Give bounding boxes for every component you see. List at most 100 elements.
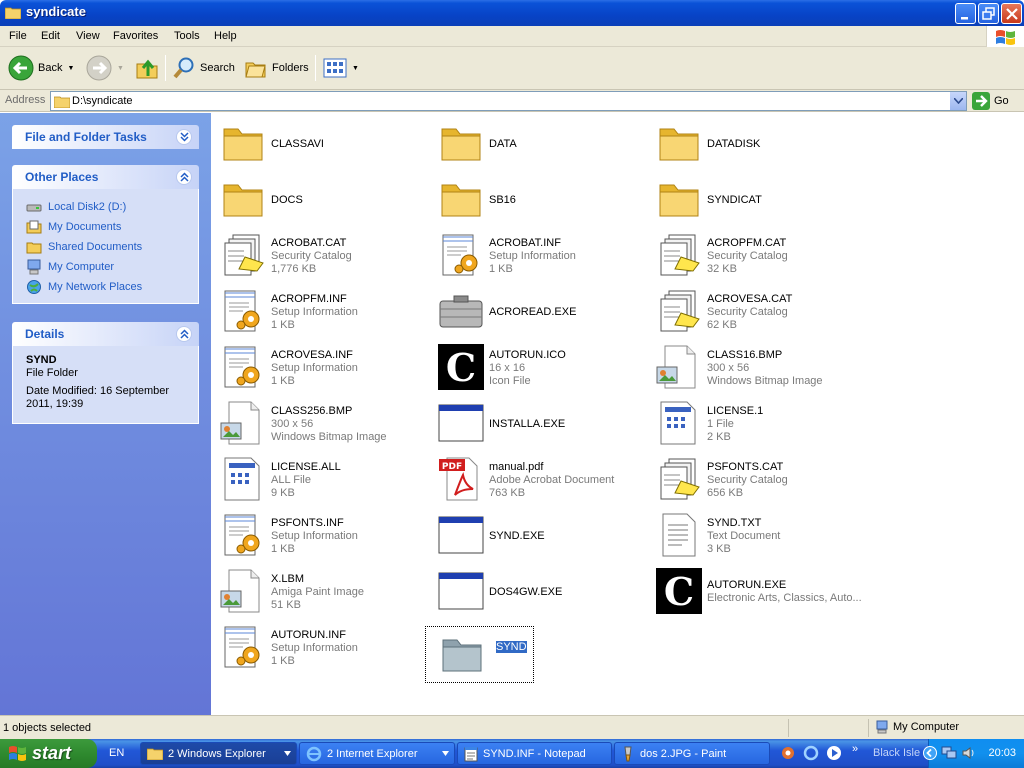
restore-button[interactable]	[978, 3, 999, 24]
file-item[interactable]: X.LBM Amiga Paint Image 51 KB	[215, 565, 425, 617]
place-shared-documents[interactable]: Shared Documents	[26, 237, 198, 257]
menu-file[interactable]: File	[9, 30, 27, 42]
file-item[interactable]: DATA	[433, 117, 643, 169]
file-item[interactable]: PDF manual.pdf Adobe Acrobat Document 763 K…	[433, 453, 643, 505]
language-indicator[interactable]: EN	[109, 747, 124, 759]
file-item[interactable]: PSFONTS.CAT Security Catalog 656 KB	[651, 453, 861, 505]
tray-label: Black Isle	[873, 747, 921, 759]
file-size: 1 KB	[489, 263, 513, 275]
file-type: Setup Information	[271, 362, 358, 374]
task-pane: File and Folder Tasks Other Places Local…	[0, 113, 211, 715]
quick-launch-app-icon[interactable]	[780, 745, 796, 761]
file-name: LICENSE.ALL	[271, 461, 341, 473]
inf-icon	[219, 623, 267, 671]
window-icon	[437, 511, 485, 559]
file-item[interactable]: SYNDICAT	[651, 173, 861, 225]
file-item[interactable]: SYND.EXE	[433, 509, 643, 561]
menu-favorites[interactable]: Favorites	[113, 30, 158, 42]
close-button[interactable]	[1001, 3, 1022, 24]
back-dropdown-icon[interactable]: ▼	[67, 65, 74, 72]
status-selection: 1 objects selected	[3, 722, 92, 734]
file-item[interactable]: SYND.TXT Text Document 3 KB	[651, 509, 861, 561]
place-my-computer[interactable]: My Computer	[26, 257, 198, 277]
menu-edit[interactable]: Edit	[41, 30, 60, 42]
up-folder-icon	[136, 59, 158, 79]
file-item[interactable]: DOCS	[215, 173, 425, 225]
file-item[interactable]: AUTORUN.INF Setup Information 1 KB	[215, 621, 425, 673]
file-item[interactable]: ACROPFM.CAT Security Catalog 32 KB	[651, 229, 861, 281]
minimize-button[interactable]	[955, 3, 976, 24]
volume-icon[interactable]	[961, 746, 977, 760]
chevron-down-icon	[954, 98, 963, 104]
views-dropdown-icon[interactable]: ▼	[352, 65, 359, 72]
details-header[interactable]: Details	[12, 322, 199, 346]
chevron-right-icon[interactable]: »	[852, 743, 858, 755]
menu-help[interactable]: Help	[214, 30, 237, 42]
quick-launch-media-icon[interactable]	[826, 745, 842, 761]
forward-button[interactable]: ▼	[86, 53, 124, 83]
file-item[interactable]: ACROPFM.INF Setup Information 1 KB	[215, 285, 425, 337]
file-name: ACROBAT.CAT	[271, 237, 347, 249]
c-logo-icon: C	[655, 567, 703, 615]
file-item[interactable]: CLASSAVI	[215, 117, 425, 169]
expand-chevron-icon[interactable]	[176, 129, 192, 145]
menu-bar: File Edit View Favorites Tools Help	[0, 26, 1024, 47]
quick-launch-ie-icon[interactable]	[803, 745, 819, 761]
up-folder-button[interactable]	[135, 53, 159, 83]
address-input[interactable]: D:\syndicate	[50, 91, 967, 111]
place-my-documents[interactable]: My Documents	[26, 217, 198, 237]
tray-expand-icon[interactable]	[923, 746, 937, 760]
views-button[interactable]: ▼	[323, 53, 359, 83]
catalog-icon	[655, 231, 703, 279]
taskbar-windows-explorer[interactable]: 2 Windows Explorer	[140, 742, 297, 765]
file-item[interactable]: CLASS256.BMP 300 x 56 Windows Bitmap Image	[215, 397, 425, 449]
back-button[interactable]: Back ▼	[8, 53, 74, 83]
file-type: 300 x 56	[707, 362, 750, 374]
chevron-down-icon	[442, 751, 449, 756]
taskbar-internet-explorer[interactable]: 2 Internet Explorer	[299, 742, 455, 765]
file-size: 1 KB	[271, 543, 295, 555]
details-panel: Details SYND File Folder Date Modified: …	[12, 322, 199, 424]
collapse-chevron-icon[interactable]	[176, 326, 192, 342]
menu-view[interactable]: View	[76, 30, 100, 42]
menu-tools[interactable]: Tools	[174, 30, 200, 42]
file-item[interactable]: C AUTORUN.ICO 16 x 16 Icon File	[433, 341, 643, 393]
search-button[interactable]: Search	[172, 53, 235, 83]
address-dropdown-button[interactable]	[949, 92, 966, 110]
collapse-chevron-icon[interactable]	[176, 169, 192, 185]
go-button[interactable]: Go	[972, 92, 1009, 110]
forward-dropdown-icon[interactable]: ▼	[117, 65, 124, 72]
file-folder-tasks-header[interactable]: File and Folder Tasks	[12, 125, 199, 149]
file-item[interactable]: DATADISK	[651, 117, 861, 169]
file-item[interactable]: PSFONTS.INF Setup Information 1 KB	[215, 509, 425, 561]
svg-text:PDF: PDF	[442, 462, 462, 472]
place-local-disk[interactable]: Local Disk2 (D:)	[26, 197, 198, 217]
taskbar-paint[interactable]: dos 2.JPG - Paint	[614, 742, 770, 765]
folder-icon	[5, 7, 21, 19]
folders-button[interactable]: Folders	[244, 53, 309, 83]
file-name: SYND.EXE	[489, 530, 545, 542]
start-button[interactable]: start	[0, 739, 97, 768]
file-item[interactable]: INSTALLA.EXE	[433, 397, 643, 449]
file-item[interactable]: ACROREAD.EXE	[433, 285, 643, 337]
file-item[interactable]: ACROBAT.INF Setup Information 1 KB	[433, 229, 643, 281]
file-item[interactable]: LICENSE.1 1 File 2 KB	[651, 397, 861, 449]
file-size: Windows Bitmap Image	[271, 431, 387, 443]
window-icon	[437, 399, 485, 447]
file-item[interactable]: DOS4GW.EXE	[433, 565, 643, 617]
file-view[interactable]: CLASSAVI DATA DATADISK DOCS SB16 SYNDICAT ACRO…	[211, 113, 1024, 715]
file-item[interactable]: CLASS16.BMP 300 x 56 Windows Bitmap Image	[651, 341, 861, 393]
file-item[interactable]: ACROVESA.INF Setup Information 1 KB	[215, 341, 425, 393]
network-connection-icon[interactable]	[941, 746, 957, 760]
other-places-header[interactable]: Other Places	[12, 165, 199, 189]
file-item[interactable]: C AUTORUN.EXE Electronic Arts, Classics, A…	[651, 565, 862, 617]
file-item[interactable]: ACROBAT.CAT Security Catalog 1,776 KB	[215, 229, 425, 281]
title-bar[interactable]: syndicate	[0, 0, 1024, 26]
file-item[interactable]: SYND	[425, 626, 534, 683]
taskbar-notepad[interactable]: SYND.INF - Notepad	[457, 742, 612, 765]
file-item[interactable]: LICENSE.ALL ALL File 9 KB	[215, 453, 425, 505]
file-item[interactable]: SB16	[433, 173, 643, 225]
place-my-network-places[interactable]: My Network Places	[26, 277, 198, 297]
address-label: Address	[5, 94, 46, 106]
file-item[interactable]: ACROVESA.CAT Security Catalog 62 KB	[651, 285, 861, 337]
